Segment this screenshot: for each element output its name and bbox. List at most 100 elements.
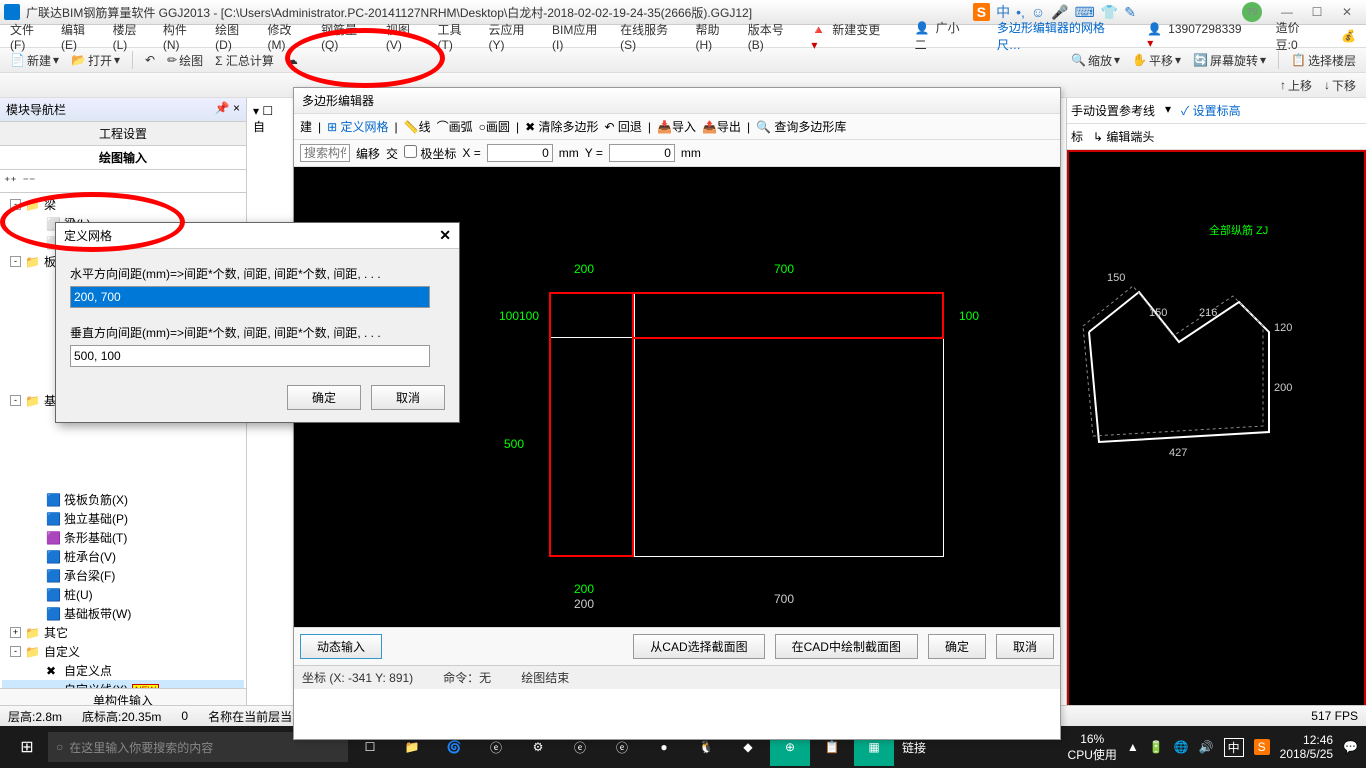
polygon-editor-title[interactable]: 多边形编辑器	[294, 88, 1060, 114]
menu-floor[interactable]: 楼层(L)	[107, 21, 157, 52]
menu-tools[interactable]: 工具(T)	[432, 21, 483, 52]
polygon-ok-button[interactable]: 确定	[928, 634, 986, 659]
ime-smile-icon[interactable]: ☺	[1031, 4, 1045, 20]
clear-polygon-button[interactable]: ✖ 清除多边形	[525, 118, 598, 135]
pan-button[interactable]: ✋平移 ▾	[1128, 51, 1185, 69]
mark-button[interactable]: 标	[1071, 128, 1083, 145]
tab-draw-input[interactable]: 绘图输入	[0, 146, 246, 170]
draw-arc-button[interactable]: ⌒画弧	[437, 118, 473, 135]
menu-rebar[interactable]: 钢筋量(Q)	[315, 21, 380, 52]
tray-battery-icon[interactable]: 🔋	[1149, 740, 1164, 754]
open-button[interactable]: 📂打开 ▾	[67, 52, 124, 69]
user-phone[interactable]: 👤13907298339 ▾	[1141, 22, 1261, 50]
undo-icon[interactable]: ↶	[141, 53, 159, 67]
y-input[interactable]	[609, 144, 675, 162]
dialog-ok-button[interactable]: 确定	[287, 385, 361, 410]
undo-button[interactable]: ↶ 回退	[604, 118, 641, 135]
tree-pile[interactable]: 🟦桩(U)	[2, 585, 244, 604]
ime-zhong[interactable]: 中	[996, 2, 1010, 22]
menu-draw[interactable]: 绘图(D)	[209, 21, 261, 52]
ortho-label[interactable]: 交	[386, 145, 398, 162]
menu-bim[interactable]: BIM应用(I)	[546, 21, 614, 52]
tray-volume-icon[interactable]: 🔊	[1199, 740, 1214, 754]
menu-modify[interactable]: 修改(M)	[261, 21, 315, 52]
tree-pile-cap[interactable]: 🟦桩承台(V)	[2, 547, 244, 566]
tray-network-icon[interactable]: 🌐	[1174, 740, 1189, 754]
tree-raft-neg[interactable]: 🟦筏板负筋(X)	[2, 490, 244, 509]
select-floor-button[interactable]: 📋选择楼层	[1287, 51, 1360, 69]
draw-line-button[interactable]: 📏线	[404, 118, 431, 135]
menu-cloud[interactable]: 云应用(Y)	[482, 21, 546, 52]
to-cad-button[interactable]: 在CAD中绘制截面图	[775, 634, 918, 659]
import-button[interactable]: 📥导入	[657, 118, 696, 135]
tab-project-settings[interactable]: 工程设置	[0, 122, 246, 146]
cpu-meter[interactable]: 16%CPU使用	[1068, 732, 1117, 763]
coin-icon[interactable]: 💰	[1335, 29, 1362, 43]
user-small[interactable]: 👤广小二	[909, 19, 983, 53]
collapse-all-icon[interactable]: ⁻⁻	[23, 174, 36, 188]
poly-new-button[interactable]: 建	[300, 118, 312, 135]
dialog-close-button[interactable]: ✕	[439, 227, 451, 244]
section-svg	[1069, 152, 1366, 572]
move-up-button[interactable]: ↑上移	[1276, 77, 1316, 94]
section-canvas[interactable]: 全部纵筋 ZJ 150 150 216 120 200 427	[1067, 150, 1366, 712]
expand-all-icon[interactable]: ⁺⁺	[4, 174, 17, 188]
edit-move-label[interactable]: 编移	[356, 145, 380, 162]
sum-button[interactable]: Σ 汇总计算	[211, 52, 278, 69]
zoom-button[interactable]: 🔍缩放 ▾	[1067, 51, 1124, 69]
v-spacing-input[interactable]	[70, 345, 430, 367]
new-change-button[interactable]: 🔺新建变更 ▾	[805, 21, 900, 52]
h-spacing-input[interactable]	[70, 286, 430, 308]
draw-button[interactable]: ✏绘图	[163, 52, 207, 69]
new-button[interactable]: 📄新建 ▾	[6, 52, 63, 69]
ime-punct-icon[interactable]: •,	[1016, 4, 1025, 20]
set-ref-line-button[interactable]: 手动设置参考线	[1071, 102, 1155, 119]
ime-settings-icon[interactable]: ✎	[1124, 4, 1136, 21]
move-down-button[interactable]: ↓下移	[1320, 77, 1360, 94]
tree-custom[interactable]: -📁自定义	[2, 642, 244, 661]
tree-strip-foundation[interactable]: 🟪条形基础(T)	[2, 528, 244, 547]
ime-tool-icon[interactable]: 👕	[1101, 4, 1118, 21]
cloud-check-icon[interactable]: ☁	[282, 53, 302, 67]
set-elevation-button[interactable]: ✓ 设置标高	[1181, 102, 1241, 119]
tree-custom-point[interactable]: ✖自定义点	[2, 661, 244, 680]
tree-custom-line[interactable]: 〰自定义线(X)NEW	[2, 680, 244, 688]
tree-other[interactable]: +📁其它	[2, 623, 244, 642]
tray-ime[interactable]: 中	[1224, 738, 1244, 757]
tree-iso-foundation[interactable]: 🟦独立基础(P)	[2, 509, 244, 528]
edit-end-button[interactable]: ↳ 编辑端头	[1093, 128, 1154, 145]
polygon-cancel-button[interactable]: 取消	[996, 634, 1054, 659]
tree-cap-beam[interactable]: 🟦承台梁(F)	[2, 566, 244, 585]
ime-mic-icon[interactable]: 🎤	[1051, 4, 1068, 21]
tray-up-icon[interactable]: ▲	[1127, 740, 1139, 754]
ime-keyboard-icon[interactable]: ⌨	[1075, 4, 1095, 21]
tray-sogou-icon[interactable]: S	[1254, 739, 1270, 755]
tray-notification-icon[interactable]: 💬	[1343, 740, 1358, 754]
x-input[interactable]	[487, 144, 553, 162]
tree-foundation-strip[interactable]: 🟦基础板带(W)	[2, 604, 244, 623]
tree-beam[interactable]: -📁梁	[2, 195, 244, 214]
menu-version[interactable]: 版本号(B)	[742, 21, 806, 52]
menu-edit[interactable]: 编辑(E)	[55, 21, 107, 52]
search-component-input[interactable]	[300, 144, 350, 162]
menu-component[interactable]: 构件(N)	[157, 21, 209, 52]
menu-help[interactable]: 帮助(H)	[690, 21, 742, 52]
sidebar-pin-icon[interactable]: 📌 ×	[215, 101, 240, 118]
query-button[interactable]: 🔍 查询多边形库	[756, 118, 846, 135]
dialog-titlebar[interactable]: 定义网格 ✕	[56, 223, 459, 249]
from-cad-button[interactable]: 从CAD选择截面图	[633, 634, 764, 659]
menu-view[interactable]: 视图(V)	[380, 21, 432, 52]
start-button[interactable]: ⊞	[8, 728, 46, 766]
export-button[interactable]: 📤导出	[702, 118, 741, 135]
polar-checkbox[interactable]: 极坐标	[404, 145, 456, 162]
tray-clock[interactable]: 12:462018/5/25	[1280, 733, 1333, 762]
task-link-label[interactable]: 链接	[902, 739, 926, 756]
define-grid-button[interactable]: ⊞ 定义网格	[327, 118, 388, 135]
draw-circle-button[interactable]: ○画圆	[479, 118, 510, 135]
coin-label[interactable]: 造价豆:0	[1270, 19, 1327, 53]
dialog-cancel-button[interactable]: 取消	[371, 385, 445, 410]
rotate-button[interactable]: 🔄屏幕旋转 ▾	[1189, 51, 1270, 69]
menu-online[interactable]: 在线服务(S)	[614, 21, 689, 52]
menu-file[interactable]: 文件(F)	[4, 21, 55, 52]
dynamic-input-button[interactable]: 动态输入	[300, 634, 382, 659]
